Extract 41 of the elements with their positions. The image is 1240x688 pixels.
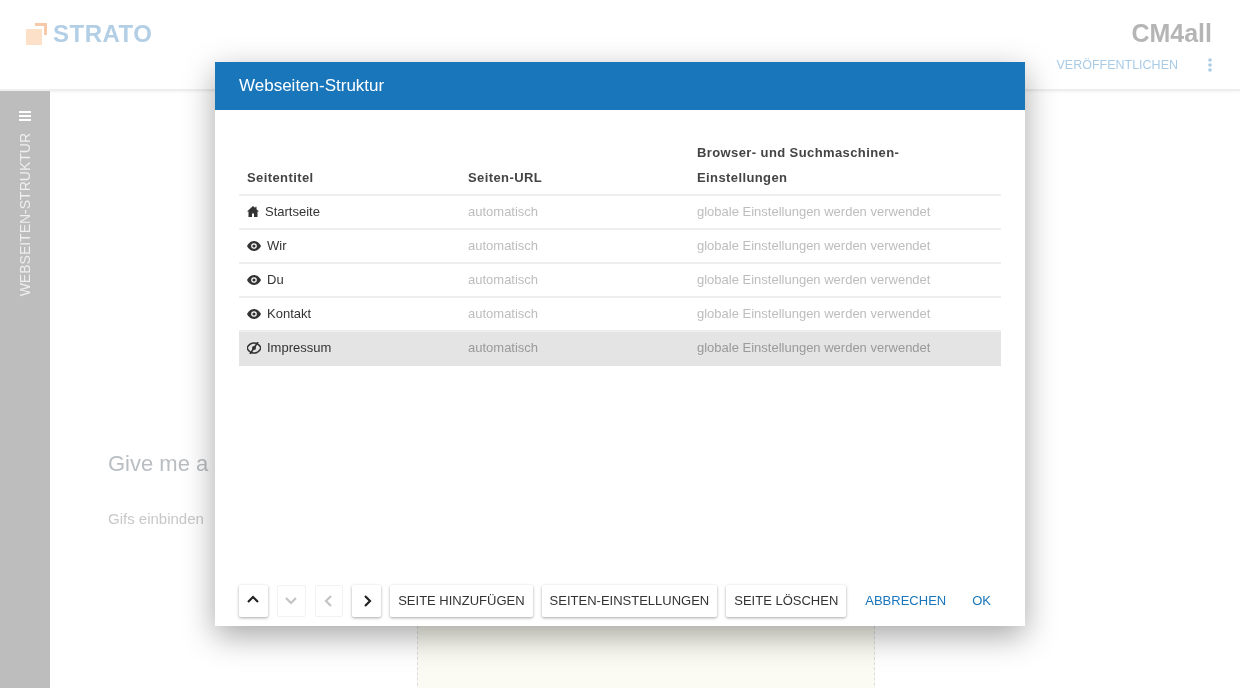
eye-icon bbox=[247, 274, 261, 285]
page-title: Du bbox=[267, 270, 284, 289]
dialog-button[interactable]: SEITEN-EINSTELLUNGEN bbox=[541, 585, 718, 617]
column-header: Seiten-URL bbox=[468, 168, 544, 187]
eye-icon bbox=[247, 240, 261, 251]
menu-icon[interactable] bbox=[19, 111, 31, 121]
page-url: automatisch bbox=[468, 202, 540, 221]
dialog-button[interactable]: SEITE HINZUFÜGEN bbox=[390, 585, 533, 617]
move-right-button[interactable] bbox=[352, 585, 382, 617]
eye-icon bbox=[247, 308, 261, 319]
seo-settings: globale Einstellungen werden verwendet bbox=[697, 304, 932, 323]
page-url: automatisch bbox=[468, 270, 540, 289]
column-header: Seitentitel bbox=[246, 168, 315, 187]
home-icon bbox=[247, 206, 259, 217]
move-up-button[interactable] bbox=[239, 585, 268, 617]
seo-settings: globale Einstellungen werden verwendet bbox=[697, 236, 932, 255]
column-header: Browser- und Suchmaschinen-Einstellungen bbox=[697, 143, 901, 187]
seo-settings: globale Einstellungen werden verwendet bbox=[697, 338, 932, 357]
page-row[interactable]: Startseite automatisch globale Einstellungen werden verwendet bbox=[239, 195, 1001, 230]
ok-button[interactable]: OK bbox=[962, 585, 1001, 617]
page-title: Startseite bbox=[265, 202, 320, 221]
page-row[interactable]: Impressum automatisch globale Einstellungen werden verwendet bbox=[239, 331, 1001, 366]
page-url: automatisch bbox=[468, 236, 540, 255]
page-row[interactable]: Wir automatisch globale Einstellungen werden verwendet bbox=[239, 229, 1001, 264]
page-title: Wir bbox=[267, 236, 287, 255]
crossed-eye-icon bbox=[247, 341, 261, 354]
page-row[interactable]: Du automatisch globale Einstellungen werden verwendet bbox=[239, 263, 1001, 298]
dialog-button[interactable]: SEITE LÖSCHEN bbox=[726, 585, 847, 617]
more-icon[interactable] bbox=[1208, 58, 1212, 72]
page-title: Kontakt bbox=[267, 304, 312, 323]
brand-name: STRATO bbox=[53, 19, 153, 49]
vendor-logo: CM4all bbox=[1131, 17, 1212, 49]
dialog-title: Webseiten-Struktur bbox=[215, 62, 1025, 110]
logo-icon bbox=[25, 21, 49, 47]
page-url: automatisch bbox=[468, 304, 540, 323]
page-heading: Give me a bbox=[108, 450, 209, 478]
page-title: Impressum bbox=[267, 338, 332, 357]
seo-settings: globale Einstellungen werden verwendet bbox=[697, 202, 932, 221]
seo-settings: globale Einstellungen werden verwendet bbox=[697, 270, 932, 289]
cancel-button[interactable]: ABBRECHEN bbox=[855, 585, 957, 617]
page-url: automatisch bbox=[468, 338, 540, 357]
